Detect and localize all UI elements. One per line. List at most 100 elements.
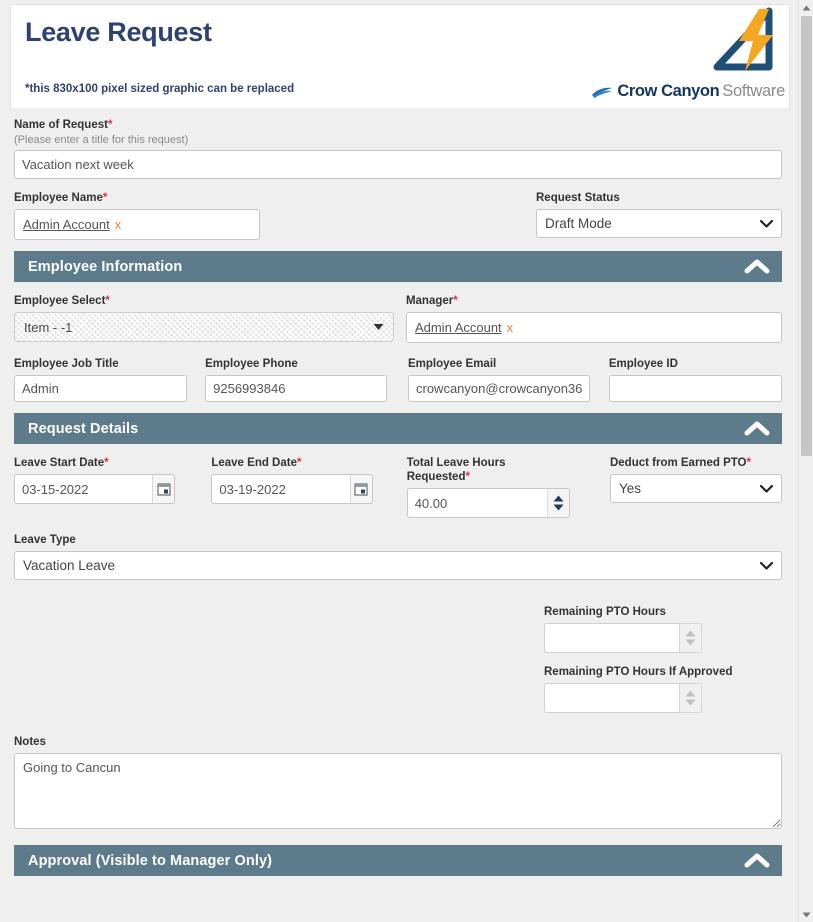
total-leave-hours-label: Total Leave Hours Requested* — [406, 457, 506, 483]
field-notes: Notes Going to Cancun — [14, 735, 782, 834]
triangle-down-icon — [685, 639, 696, 646]
chevron-up-icon[interactable] — [744, 258, 770, 275]
field-deduct-from-pto: Deduct from Earned PTO* Yes — [609, 456, 782, 518]
leave-request-form-page: Leave Request *this 830x100 pixel sized … — [0, 0, 798, 922]
calendar-icon — [157, 483, 171, 496]
triangle-up-icon — [802, 5, 811, 10]
section-header-employee-information[interactable]: Employee Information — [14, 251, 782, 282]
company-logo: Crow Canyon Software — [592, 7, 787, 107]
chevron-up-icon[interactable] — [744, 420, 770, 437]
employee-job-title-input[interactable] — [14, 375, 188, 402]
field-leave-end-date: Leave End Date* — [211, 456, 373, 518]
form-body: Name of Request* (Please enter a title f… — [0, 118, 798, 876]
employee-phone-label: Employee Phone — [205, 358, 298, 370]
leave-type-label: Leave Type — [14, 534, 76, 546]
scrollbar-down-button[interactable] — [799, 907, 813, 922]
employee-select-label: Employee Select* — [14, 295, 110, 307]
remaining-pto-hours-if-approved-label: Remaining PTO Hours If Approved — [544, 666, 733, 678]
name-of-request-hint: (Please enter a title for this request) — [14, 134, 189, 146]
leave-end-date-calendar-button[interactable] — [349, 474, 373, 504]
name-of-request-label: Name of Request* — [14, 119, 113, 131]
remaining-pto-hours-spinner[interactable] — [679, 623, 702, 653]
employee-name-value: Admin Account — [23, 217, 110, 232]
remaining-pto-hours-if-approved-input[interactable] — [544, 683, 680, 713]
leave-end-date-input[interactable] — [211, 474, 350, 504]
field-employee-name: Employee Name* Admin Account x — [14, 191, 260, 240]
field-request-status: Request Status Draft Mode — [536, 191, 782, 240]
field-manager: Manager* Admin Account x — [405, 294, 782, 343]
employee-name-people-picker[interactable]: Admin Account x — [14, 209, 260, 240]
employee-name-label: Employee Name* — [14, 192, 108, 204]
page-title: Leave Request — [25, 17, 212, 47]
leave-start-date-label: Leave Start Date* — [14, 457, 109, 469]
notes-textarea[interactable]: Going to Cancun — [14, 753, 782, 829]
field-employee-email: Employee Email — [408, 357, 590, 402]
caret-down-icon — [373, 324, 384, 330]
manager-remove-link[interactable]: x — [507, 320, 514, 335]
manager-people-picker[interactable]: Admin Account x — [405, 312, 782, 343]
logo-wordmark: Crow Canyon Software — [591, 82, 785, 101]
banner-note: *this 830x100 pixel sized graphic can be… — [25, 83, 295, 95]
logo-secondary-text: Software — [722, 82, 785, 100]
field-remaining-pto-hours-if-approved: Remaining PTO Hours If Approved — [544, 665, 774, 713]
notes-label: Notes — [14, 736, 46, 748]
field-employee-job-title: Employee Job Title — [14, 357, 188, 402]
field-employee-phone: Employee Phone — [205, 357, 387, 402]
form-banner: Leave Request *this 830x100 pixel sized … — [10, 4, 790, 108]
section-title-approval: Approval (Visible to Manager Only) — [28, 852, 273, 869]
leave-start-date-calendar-button[interactable] — [152, 474, 176, 504]
manager-value: Admin Account — [414, 320, 502, 335]
employee-select-manager-row: Employee Select* Item - -1 Manager* Admi… — [14, 294, 782, 343]
field-name-of-request: Name of Request* (Please enter a title f… — [14, 118, 782, 179]
scrollbar-thumb[interactable] — [801, 16, 812, 456]
field-leave-type: Leave Type Vacation Leave — [14, 533, 782, 580]
field-remaining-pto-hours: Remaining PTO Hours — [544, 605, 734, 653]
field-employee-select: Employee Select* Item - -1 — [14, 294, 394, 343]
browser-viewport: Leave Request *this 830x100 pixel sized … — [0, 0, 813, 922]
triangle-down-icon — [685, 699, 696, 706]
remaining-pto-hours-if-approved-spinner[interactable] — [679, 683, 702, 713]
employee-select-dropdown-disabled[interactable]: Item - -1 — [14, 312, 394, 342]
triangle-up-icon — [685, 630, 696, 637]
manager-label: Manager* — [405, 295, 458, 307]
calendar-icon — [354, 483, 368, 496]
leave-type-select[interactable]: Vacation Leave — [14, 551, 782, 580]
lightning-triangle-logo-icon — [709, 7, 781, 84]
request-status-select[interactable]: Draft Mode — [536, 209, 782, 238]
triangle-down-icon — [802, 912, 811, 917]
employee-id-label: Employee ID — [608, 358, 678, 370]
employee-email-input[interactable] — [408, 375, 590, 402]
deduct-from-pto-label: Deduct from Earned PTO* — [609, 457, 751, 469]
section-title-request-details: Request Details — [28, 420, 139, 437]
total-leave-hours-input[interactable] — [406, 488, 547, 518]
swoosh-icon — [592, 87, 613, 98]
leave-end-date-label: Leave End Date* — [211, 457, 302, 469]
triangle-up-icon — [685, 690, 696, 697]
leave-start-date-input[interactable] — [14, 474, 153, 504]
section-title-employee-information: Employee Information — [28, 258, 183, 275]
field-total-leave-hours: Total Leave Hours Requested* — [406, 456, 570, 518]
employee-email-label: Employee Email — [408, 358, 497, 370]
vertical-scrollbar[interactable] — [798, 0, 813, 922]
deduct-from-pto-select[interactable]: Yes — [609, 474, 782, 503]
employee-name-remove-link[interactable]: x — [115, 217, 122, 232]
section-header-request-details[interactable]: Request Details — [14, 413, 782, 444]
scrollbar-up-button[interactable] — [799, 0, 813, 15]
leave-dates-row: Leave Start Date* Leave End D — [14, 456, 782, 518]
employee-details-row: Employee Job Title Employee Phone Employ… — [14, 357, 782, 402]
request-status-label: Request Status — [536, 192, 620, 204]
chevron-up-icon[interactable] — [744, 852, 770, 869]
employee-name-status-row: Employee Name* Admin Account x Request S… — [14, 191, 782, 240]
employee-phone-input[interactable] — [205, 375, 387, 402]
triangle-up-icon — [553, 495, 564, 502]
field-employee-id: Employee ID — [608, 357, 782, 402]
section-header-approval[interactable]: Approval (Visible to Manager Only) — [14, 845, 782, 876]
remaining-pto-hours-input[interactable] — [544, 623, 680, 653]
employee-job-title-label: Employee Job Title — [14, 358, 119, 370]
total-leave-hours-spinner[interactable] — [546, 488, 570, 518]
employee-select-value: Item - -1 — [24, 319, 73, 335]
field-leave-start-date: Leave Start Date* — [14, 456, 176, 518]
triangle-down-icon — [553, 504, 564, 511]
name-of-request-input[interactable] — [14, 150, 782, 179]
employee-id-input[interactable] — [608, 375, 782, 402]
